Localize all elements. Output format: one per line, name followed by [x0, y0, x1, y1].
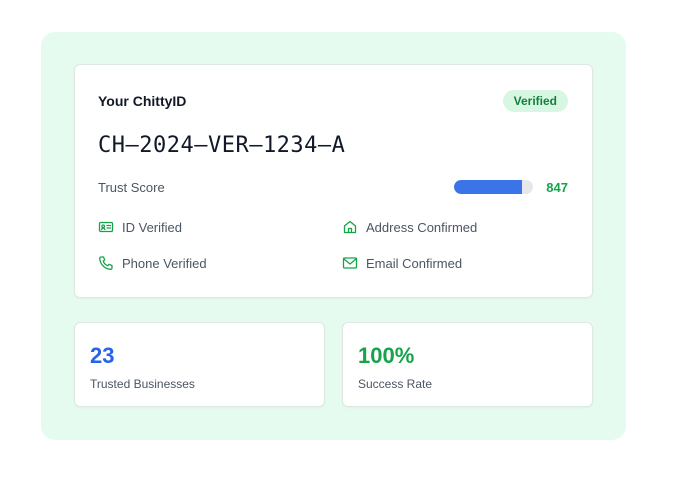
verified-badge: Verified — [502, 90, 568, 112]
trust-score-bar — [454, 180, 533, 194]
stat-label: Success Rate — [358, 377, 433, 391]
id-card-icon — [98, 219, 114, 235]
trust-score-bar-fill — [454, 180, 522, 194]
mail-icon — [342, 255, 358, 271]
stat-value: 100% — [358, 343, 415, 368]
stat-value: 23 — [90, 343, 115, 368]
verification-label: Phone Verified — [122, 255, 207, 271]
verification-address: Address Confirmed — [342, 219, 477, 235]
verification-label: Email Confirmed — [366, 255, 463, 271]
trust-score-label: Trust Score — [98, 180, 165, 195]
stat-card-success-rate: 100% Success Rate — [342, 322, 593, 407]
card-title: Your ChittyID — [98, 93, 187, 109]
verification-email: Email Confirmed — [342, 255, 462, 271]
verification-phone: Phone Verified — [98, 255, 207, 271]
verification-id: ID Verified — [98, 219, 182, 235]
home-icon — [342, 219, 358, 235]
chittyid-card: Your ChittyID Verified CH—2024—VER—1234—… — [74, 64, 593, 298]
verification-label: Address Confirmed — [366, 219, 478, 235]
chitty-id-value: CH—2024—VER—1234—A — [98, 133, 346, 158]
phone-icon — [98, 255, 114, 271]
trust-score-value: 847 — [546, 180, 568, 195]
stat-label: Trusted Businesses — [90, 377, 195, 391]
stat-card-trusted-businesses: 23 Trusted Businesses — [74, 322, 325, 407]
verification-label: ID Verified — [122, 219, 182, 235]
